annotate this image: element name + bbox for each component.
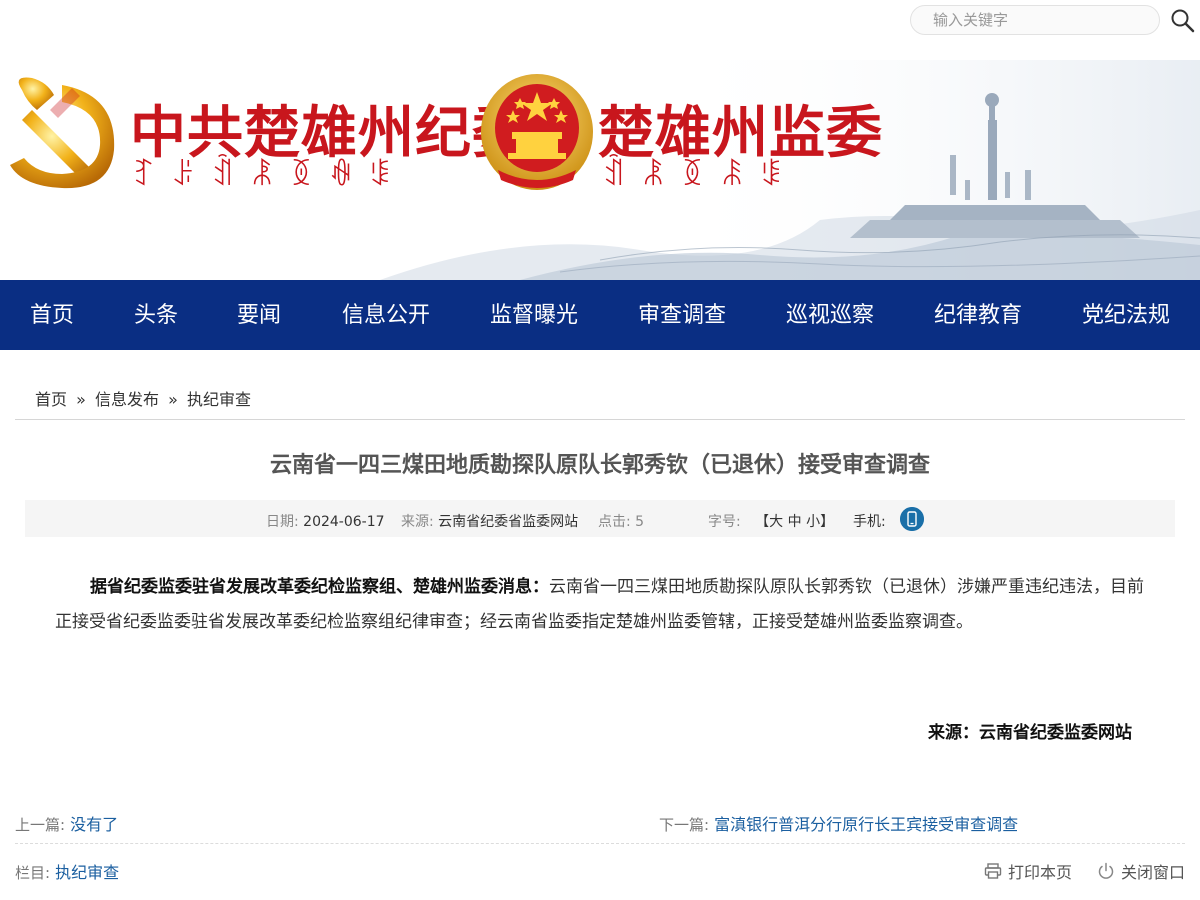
nav-item-news[interactable]: 要闻	[237, 280, 281, 352]
column-info: 栏目: 执纪审查	[15, 859, 119, 883]
meta-mobile: 手机:	[853, 511, 886, 531]
breadcrumb-home[interactable]: 首页	[35, 390, 67, 409]
article-meta-bar: 日期: 2024-06-17 来源: 云南省纪委省监委网站 点击: 5 字号: …	[25, 500, 1175, 537]
nav-item-headlines[interactable]: 头条	[134, 280, 178, 352]
print-page-button[interactable]: 打印本页	[984, 859, 1072, 883]
power-icon	[1098, 862, 1114, 879]
breadcrumb-info-release[interactable]: 信息发布	[95, 390, 159, 409]
column-label: 栏目:	[15, 864, 51, 882]
print-page-label: 打印本页	[1008, 863, 1073, 882]
article-body: 据省纪委监委驻省发展改革委纪检监察组、楚雄州监委消息：云南省一四三煤田地质勘探队…	[55, 570, 1145, 640]
nav-item-home[interactable]: 首页	[30, 280, 74, 352]
national-emblem-icon	[481, 74, 593, 190]
meta-date-label: 日期:	[266, 514, 299, 530]
prev-article: 上一篇: 没有了	[15, 811, 118, 835]
column-link[interactable]: 执纪审查	[55, 863, 119, 882]
nav-item-party-regulations[interactable]: 党纪法规	[1082, 280, 1170, 352]
nav-item-info-disclosure[interactable]: 信息公开	[342, 280, 430, 352]
article-source-line: 来源：云南省纪委监委网站	[928, 723, 1132, 743]
pager-divider	[15, 843, 1185, 844]
article-lead: 据省纪委监委驻省发展改革委纪检监察组、楚雄州监委消息：	[90, 577, 549, 597]
next-article-link[interactable]: 富滇银行普洱分行原行长王宾接受审查调查	[714, 815, 1018, 834]
nav-item-inspection-tours[interactable]: 巡视巡察	[786, 280, 874, 352]
article-title: 云南省一四三煤田地质勘探队原队长郭秀钦（已退休）接受审查调查	[269, 453, 930, 478]
meta-clicks-value: 5	[635, 514, 645, 530]
brand-yi-script-left: ꆈꌠꀉꂿꅉꊿꌐ	[132, 158, 409, 193]
breadcrumb-separator: »	[76, 390, 86, 409]
prev-article-label: 上一篇:	[15, 816, 66, 834]
font-size-bracket-open: 【	[755, 514, 770, 530]
next-article-label: 下一篇:	[659, 816, 710, 834]
close-window-label: 关闭窗口	[1121, 863, 1186, 882]
main-nav: 首页 头条 要闻 信息公开 监督曝光 审查调查 巡视巡察 纪律教育 党纪法规	[0, 280, 1200, 350]
breadcrumb-discipline-review[interactable]: 执纪审查	[187, 390, 251, 409]
meta-clicks-label: 点击:	[598, 514, 631, 530]
meta-font-size-label: 字号:	[708, 514, 741, 530]
search-input[interactable]	[911, 6, 1159, 34]
meta-source-value: 云南省纪委省监委网站	[438, 514, 579, 530]
breadcrumb-divider	[15, 419, 1185, 420]
nav-item-supervision-exposure[interactable]: 监督曝光	[490, 280, 578, 352]
font-size-small-button[interactable]: 小	[806, 514, 820, 530]
breadcrumb-separator: »	[168, 390, 178, 409]
meta-mobile-label: 手机:	[853, 514, 886, 530]
meta-source-label: 来源:	[401, 514, 434, 530]
printer-icon	[984, 863, 1002, 879]
meta-font-size: 字号: 【大 中 小】	[708, 511, 834, 531]
nav-item-review-investigation[interactable]: 审查调查	[638, 280, 726, 352]
breadcrumb: 首页 » 信息发布 » 执纪审查	[35, 386, 251, 410]
close-window-button[interactable]: 关闭窗口	[1097, 859, 1185, 883]
party-emblem-icon	[10, 77, 115, 189]
meta-date-value: 2024-06-17	[303, 514, 385, 530]
mobile-phone-icon[interactable]	[900, 507, 924, 531]
font-size-large-button[interactable]: 大	[769, 514, 783, 530]
meta-date: 日期: 2024-06-17	[266, 511, 385, 531]
meta-source: 来源: 云南省纪委省监委网站	[401, 511, 578, 531]
site-header: 中共楚雄州纪委 ꆈꌠꀉꂿꅉꊿꌐ 楚雄州监委 ꀉꂿꅉꄯꌐ	[0, 0, 1200, 280]
next-article: 下一篇: 富滇银行普洱分行原行长王宾接受审查调查	[659, 811, 1018, 835]
prev-article-link[interactable]: 没有了	[70, 815, 118, 834]
brand-yi-script-right: ꀉꂿꅉꄯꌐ	[602, 158, 800, 193]
font-size-bracket-close: 】	[820, 514, 835, 530]
font-size-medium-button[interactable]: 中	[788, 514, 802, 530]
search-icon[interactable]	[1170, 8, 1196, 34]
search-box	[910, 5, 1160, 35]
meta-clicks: 点击: 5	[598, 511, 644, 531]
nav-item-discipline-education[interactable]: 纪律教育	[934, 280, 1022, 352]
